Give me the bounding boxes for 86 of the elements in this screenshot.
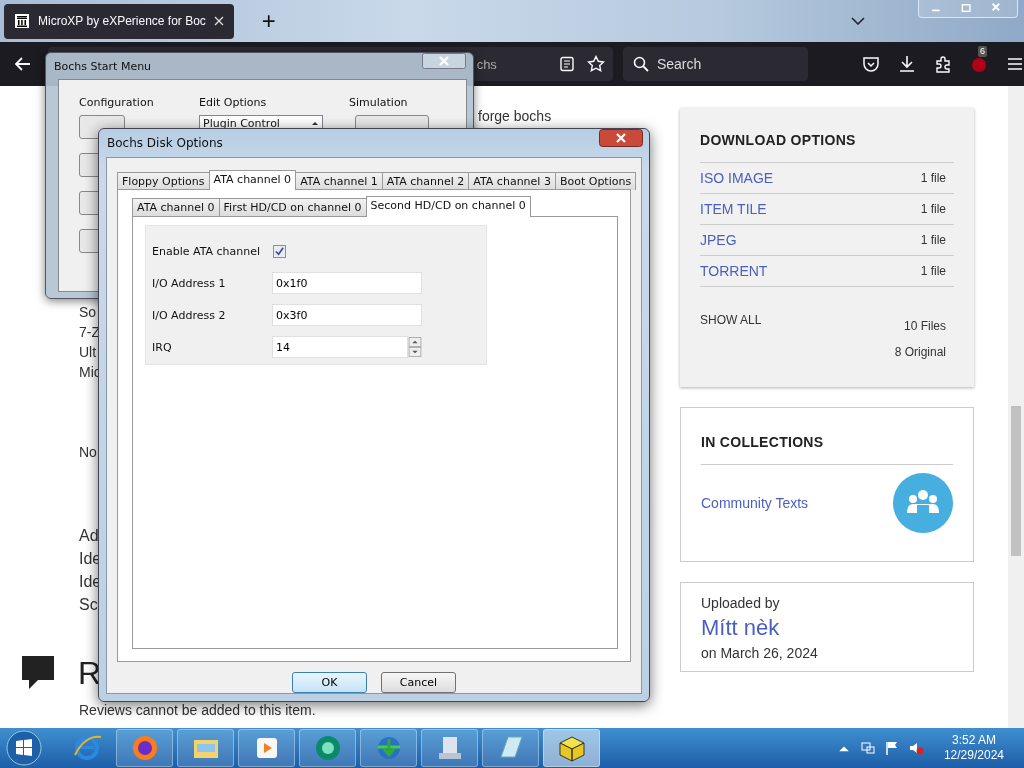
- field-label: I/O Address 1: [152, 276, 227, 290]
- format-link[interactable]: ITEM TILE: [700, 201, 767, 217]
- browser-tab[interactable]: MicroXP by eXPerience for Boc: [4, 3, 234, 39]
- checkbox[interactable]: [273, 244, 286, 258]
- page-text: So: [79, 303, 97, 322]
- tab[interactable]: ATA channel 1: [295, 172, 383, 190]
- tab[interactable]: Floppy Options: [117, 172, 210, 190]
- window-title: Bochs Disk Options: [107, 136, 223, 150]
- chevron-icon[interactable]: [851, 17, 865, 25]
- clock[interactable]: 3:52 AM 12/29/2024: [943, 733, 1004, 763]
- chat-icon: [20, 654, 56, 692]
- scroll-arrow-icon[interactable]: [311, 120, 319, 126]
- muted-speaker-icon[interactable]: [907, 740, 924, 756]
- spin-buttons-icon[interactable]: [408, 337, 422, 357]
- close-button[interactable]: [422, 53, 466, 69]
- dialog-button[interactable]: OK: [292, 672, 367, 693]
- show-all-link[interactable]: SHOW ALL: [700, 313, 762, 359]
- download-icon[interactable]: [898, 55, 916, 73]
- close-button[interactable]: [599, 129, 643, 147]
- tab[interactable]: ATA channel 0: [208, 170, 297, 190]
- field-label: IRQ: [152, 340, 173, 354]
- file-count: 1 file: [920, 264, 947, 278]
- page-text: No: [79, 443, 97, 462]
- flag-icon[interactable]: [883, 740, 900, 756]
- format-link[interactable]: JPEG: [700, 232, 737, 248]
- puzzle-icon[interactable]: [934, 55, 952, 73]
- start-button[interactable]: [4, 728, 44, 768]
- dialog-button[interactable]: Cancel: [381, 672, 456, 693]
- search-icon: [632, 56, 649, 72]
- card-title: DOWNLOAD OPTIONS: [700, 132, 954, 163]
- taskbar-button[interactable]: [116, 729, 173, 767]
- taskbar-button[interactable]: [238, 729, 295, 767]
- taskbar-button[interactable]: [177, 729, 234, 767]
- bookmark-star-icon[interactable]: [586, 55, 605, 73]
- tab[interactable]: First HD/CD on channel 0: [218, 198, 367, 216]
- reviews-heading: R: [78, 654, 102, 692]
- menu-icon[interactable]: [1006, 55, 1024, 73]
- close-icon[interactable]: [213, 16, 224, 26]
- museum-icon: [14, 13, 30, 29]
- group-label: Edit Options: [199, 96, 268, 109]
- file-count: 10 Files: [903, 319, 946, 333]
- scrollbar[interactable]: [1008, 86, 1024, 728]
- group-label: Simulation: [349, 96, 409, 109]
- uploaded-label: Uploaded by: [701, 595, 781, 611]
- tab[interactable]: ATA channel 0: [132, 198, 220, 216]
- network-icon[interactable]: [859, 740, 876, 756]
- file-count: 1 file: [920, 171, 947, 185]
- count-badge: 6: [978, 46, 987, 57]
- taskbar-button[interactable]: [482, 729, 539, 767]
- window-title: Bochs Start Menu: [54, 59, 152, 73]
- reader-view-icon[interactable]: [558, 56, 575, 72]
- page-text: Sc: [79, 595, 98, 615]
- page-text: Ad: [79, 526, 99, 546]
- taskbar-button[interactable]: [421, 729, 478, 767]
- field-label: Enable ATA channel: [152, 244, 262, 258]
- taskbar-button[interactable]: [543, 729, 600, 767]
- original-count: 8 Original: [894, 345, 946, 359]
- card-title: IN COLLECTIONS: [701, 434, 953, 465]
- tab[interactable]: ATA channel 3: [468, 172, 556, 190]
- tab[interactable]: Second HD/CD on channel 0: [365, 196, 531, 217]
- file-count: 1 file: [920, 233, 947, 247]
- taskbar-button[interactable]: [299, 729, 356, 767]
- new-tab-button[interactable]: +: [261, 9, 276, 33]
- back-icon[interactable]: [14, 55, 32, 73]
- collection-link[interactable]: Community Texts: [701, 495, 809, 511]
- tab-title: MicroXP by eXPerience for Boc: [38, 14, 206, 28]
- shield-extension-icon[interactable]: [970, 55, 988, 73]
- upload-date: on March 26, 2024: [701, 645, 819, 661]
- page-text: forge bochs: [478, 108, 552, 124]
- group-label: Configuration: [79, 96, 155, 109]
- page-text: Ult: [79, 343, 97, 362]
- pocket-icon[interactable]: [862, 55, 880, 73]
- tab[interactable]: Boot Options: [554, 172, 637, 190]
- format-link[interactable]: TORRENT: [700, 263, 768, 279]
- input-field[interactable]: 0x3f0: [272, 304, 422, 326]
- tab[interactable]: ATA channel 2: [381, 172, 470, 190]
- browser-e-icon[interactable]: [72, 733, 102, 763]
- input-field[interactable]: 0x1f0: [272, 272, 422, 294]
- search-field[interactable]: Search: [622, 47, 808, 81]
- uploader-link[interactable]: Mítt nèk: [701, 615, 953, 641]
- format-link[interactable]: ISO IMAGE: [700, 170, 774, 186]
- field-label: I/O Address 2: [152, 308, 227, 322]
- taskbar-button[interactable]: [360, 729, 417, 767]
- reviews-note: Reviews cannot be added to this item.: [79, 702, 316, 718]
- file-count: 1 file: [920, 202, 947, 216]
- input-field[interactable]: 14: [272, 336, 408, 358]
